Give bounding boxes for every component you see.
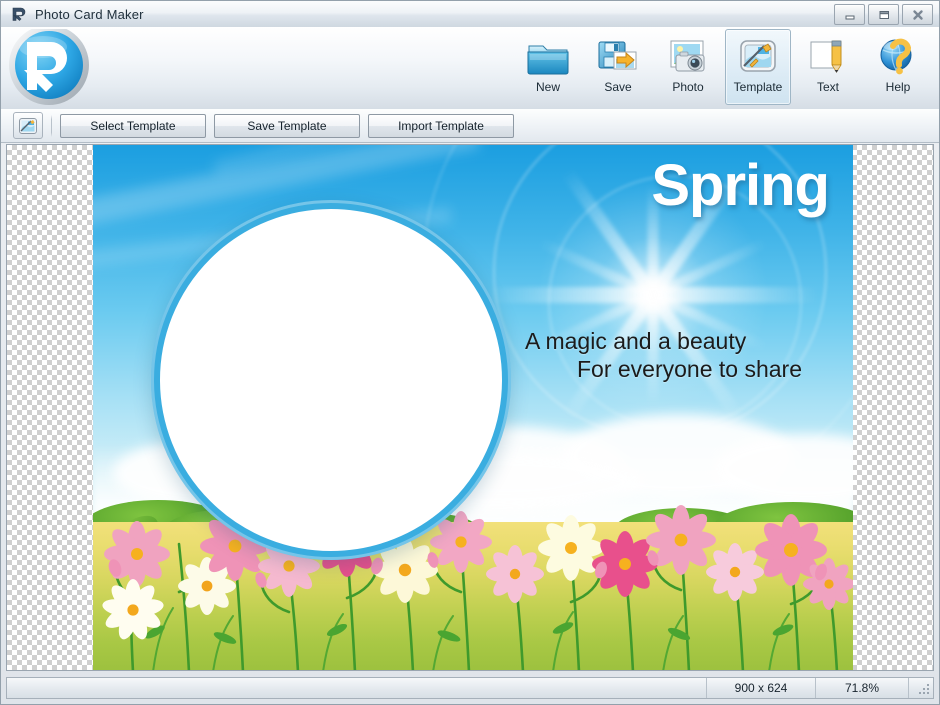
resize-grip-icon[interactable] <box>909 678 933 698</box>
canvas-area[interactable]: Spring A magic and a beauty For everyone… <box>6 144 934 671</box>
floppy-save-icon <box>598 41 637 70</box>
template-sub-toolbar: Select Template Save Template Import Tem… <box>1 109 939 143</box>
toolbar-label-text: Text <box>816 80 839 94</box>
toolbar-item-save[interactable]: Save <box>585 29 651 105</box>
photo-placeholder-circle[interactable] <box>151 200 511 560</box>
card-text-line-2: For everyone to share <box>577 356 803 383</box>
camera-photo-icon <box>670 40 705 72</box>
status-zoom-level: 71.8% <box>816 678 909 698</box>
title-bar: Photo Card Maker <box>1 1 939 28</box>
toolbar-item-new[interactable]: New <box>515 29 581 105</box>
main-toolbar: New Save Photo Template Text Help <box>1 27 939 110</box>
window-controls <box>834 4 933 25</box>
card-body-text[interactable]: A magic and a beauty For everyone to sha… <box>493 327 833 383</box>
import-template-button[interactable]: Import Template <box>368 113 514 138</box>
toolbar-item-help[interactable]: Help <box>865 29 931 105</box>
restore-icon[interactable] <box>868 4 899 25</box>
status-dimensions: 900 x 624 <box>707 678 816 698</box>
app-logo <box>5 27 125 107</box>
template-icon <box>740 40 776 72</box>
template-small-icon[interactable] <box>13 112 43 139</box>
minimize-icon[interactable] <box>834 4 865 25</box>
pencil-text-icon <box>810 40 842 73</box>
card-text-line-1: A magic and a beauty <box>525 328 747 354</box>
p-logo-icon <box>9 4 29 24</box>
toolbar-items: New Save Photo Template Text Help <box>511 29 931 107</box>
help-globe-icon <box>880 38 912 75</box>
toolbar-label-new: New <box>535 80 560 94</box>
application-window: Photo Card Maker New Save Photo Template… <box>0 0 940 705</box>
toolbar-item-template[interactable]: Template <box>725 29 791 105</box>
toolbar-item-photo[interactable]: Photo <box>655 29 721 105</box>
card-design[interactable]: Spring A magic and a beauty For everyone… <box>93 145 853 670</box>
select-template-button[interactable]: Select Template <box>60 113 206 138</box>
toolbar-label-photo: Photo <box>672 80 704 94</box>
save-template-button[interactable]: Save Template <box>214 113 360 138</box>
close-icon[interactable] <box>902 4 933 25</box>
window-title: Photo Card Maker <box>35 6 144 22</box>
toolbar-label-template: Template <box>733 80 783 94</box>
toolbar-label-save: Save <box>604 80 632 94</box>
status-empty-region <box>7 678 707 698</box>
toolbar-separator <box>51 114 52 137</box>
folder-icon <box>527 45 569 75</box>
status-bar: 900 x 624 71.8% <box>6 677 934 699</box>
toolbar-item-text[interactable]: Text <box>795 29 861 105</box>
card-title-text[interactable]: Spring <box>651 157 830 215</box>
toolbar-label-help: Help <box>885 80 911 94</box>
